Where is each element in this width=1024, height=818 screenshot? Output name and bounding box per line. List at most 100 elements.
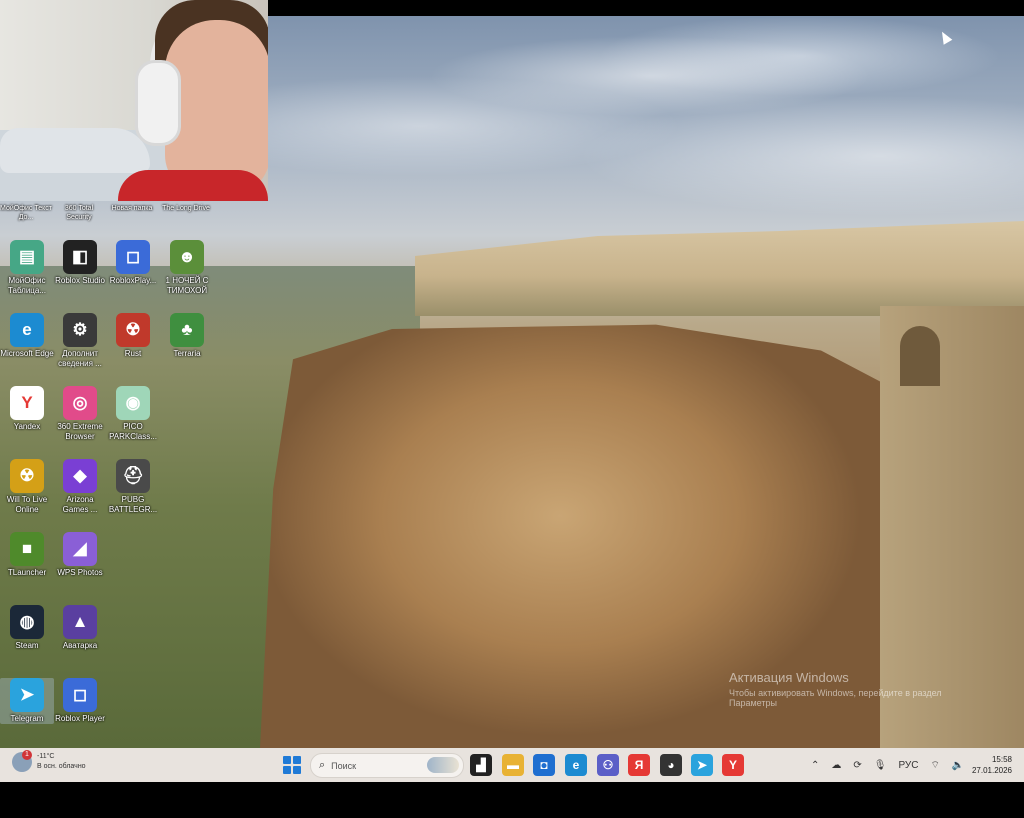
desktop-icon[interactable]: ♣ Terraria: [160, 313, 214, 359]
desktop-icon-label: МойОфис Таблица...: [7, 276, 47, 295]
desktop-icon-label: Steam: [15, 641, 39, 650]
desktop-icon[interactable]: ◻ RobloxPlay...: [106, 240, 160, 286]
taskbar-clock[interactable]: 15:58 27.01.2026: [972, 754, 1012, 776]
desktop-icon[interactable]: ☢ Will To Live Online: [0, 459, 54, 515]
sync-icon[interactable]: ⟳: [853, 760, 861, 771]
arizona-games-icon: ◆: [63, 459, 97, 493]
folder-icon[interactable]: ▬: [502, 754, 524, 776]
desktop-icon[interactable]: ◉ PICO PARKClass...: [106, 386, 160, 442]
edge-icon: e: [10, 313, 44, 347]
desktop-icon[interactable]: ▤ МойОфис Таблица...: [0, 240, 54, 296]
chevron-up-icon[interactable]: ⌃: [811, 760, 819, 771]
webcam-headphone: [135, 60, 181, 146]
desktop-icon-label[interactable]: МойОфис Текст До...: [0, 204, 52, 222]
desktop-icon[interactable]: ◎ 360 Extreme Browser: [53, 386, 107, 442]
desktop-icon[interactable]: ◧ Roblox Studio: [53, 240, 107, 286]
desktop-icon-label: Arizona Games ...: [62, 495, 98, 514]
desktop-icon-label[interactable]: The Long Drive: [160, 204, 212, 213]
roblox-player-icon: ◻: [116, 240, 150, 274]
wps-photos-icon: ◢: [63, 532, 97, 566]
360-browser-icon: ◎: [63, 386, 97, 420]
desktop-icon[interactable]: ⚙ Дополнит сведения ...: [53, 313, 107, 369]
roblox-player-icon: ◻: [63, 678, 97, 712]
yandex-icon: Y: [10, 386, 44, 420]
desktop-icon-label: Will To Live Online: [6, 495, 48, 514]
minecraft-skin-icon: ☻: [170, 240, 204, 274]
start-button[interactable]: [283, 756, 301, 774]
myoffice-sheet-icon: ▤: [10, 240, 44, 274]
weather-widget[interactable]: 1 -11°C В осн. облачно: [12, 750, 86, 772]
desktop-icon-label: Roblox Studio: [55, 276, 105, 285]
cloud-icon[interactable]: ☁: [831, 760, 841, 771]
windows-logo-icon: [293, 756, 301, 764]
wallpaper-bridge-arch: [900, 326, 940, 386]
desktop-icon[interactable]: e Microsoft Edge: [0, 313, 54, 359]
watermark-title: Активация Windows: [729, 670, 849, 685]
windows-logo-icon: [283, 756, 291, 764]
roblox-studio-icon: ◧: [63, 240, 97, 274]
windows-logo-icon: [293, 766, 301, 774]
network-icon[interactable]: ⌔: [931, 759, 940, 772]
terraria-icon: ♣: [170, 313, 204, 347]
input-language[interactable]: РУС: [898, 760, 918, 771]
microphone-icon[interactable]: 🎙: [874, 760, 887, 771]
desktop-icon[interactable]: ➤ Telegram: [0, 678, 54, 724]
desktop-icon-label: Дополнит сведения ...: [58, 349, 102, 368]
pico-park-icon: ◉: [116, 386, 150, 420]
desktop-icon-label: Yandex: [13, 422, 41, 431]
desktop-icon[interactable]: ☢ Rust: [106, 313, 160, 359]
desktop-icon-label: Telegram: [10, 714, 44, 723]
desktop-icon[interactable]: ⛑ PUBG BATTLEGR...: [106, 459, 160, 515]
teams-icon[interactable]: ⚇: [597, 754, 619, 776]
desktop-icon[interactable]: ◢ WPS Photos: [53, 532, 107, 578]
desktop-icon-label[interactable]: Новая папка: [106, 204, 158, 213]
desktop-icon-label[interactable]: 360 Total Security: [53, 204, 105, 222]
telegram-icon: ➤: [10, 678, 44, 712]
desktop-icon[interactable]: ☻ 1 НОЧЕЙ С ТИМОХОЙ: [160, 240, 214, 296]
desktop-icon[interactable]: Y Yandex: [0, 386, 54, 432]
desktop-icon[interactable]: ◻ Roblox Player: [53, 678, 107, 724]
file-explorer-dark-icon[interactable]: ▟: [470, 754, 492, 776]
search-highlight-image: [427, 757, 459, 773]
webcam-shirt: [118, 170, 268, 201]
edge-icon[interactable]: e: [565, 754, 587, 776]
store-icon[interactable]: ◘: [533, 754, 555, 776]
watermark-line2: Параметры: [729, 698, 777, 708]
discord-like-icon[interactable]: ◕: [660, 754, 682, 776]
system-tray: ⌃ ☁ ⟳ 🎙 РУС ⌔ 🔈: [805, 748, 970, 782]
desktop-icon-label: 1 НОЧЕЙ С ТИМОХОЙ: [165, 276, 209, 295]
avatar-image-icon: ▲: [63, 605, 97, 639]
desktop-icon-label: Roblox Player: [55, 714, 105, 723]
desktop-icon-label: WPS Photos: [57, 568, 103, 577]
search-icon: ⌕: [319, 759, 326, 771]
volume-icon[interactable]: 🔈: [952, 760, 964, 771]
taskbar: 1 -11°C В осн. облачно ⌕ Поиск ▟ ▬ ◘ e ⚇ Я ◕ ➤ Y…: [0, 748, 1024, 782]
clock-time: 15:58: [991, 755, 1012, 764]
yandex-icon[interactable]: Y: [722, 754, 744, 776]
weather-temp: -11°C: [37, 753, 55, 760]
telegram-icon[interactable]: ➤: [691, 754, 713, 776]
weather-desc: В осн. облачно: [37, 763, 86, 770]
desktop-icon[interactable]: ■ TLauncher: [0, 532, 54, 578]
yandex-browser-icon[interactable]: Я: [628, 754, 650, 776]
desktop-icon[interactable]: ◍ Steam: [0, 605, 54, 651]
windows-activation-watermark: Активация Windows Чтобы активировать Win…: [729, 670, 942, 708]
notification-badge: 1: [22, 750, 32, 760]
desktop-icon-label: Аватарка: [62, 641, 98, 650]
webcam-overlay: [0, 0, 268, 201]
desktop-icon-label: 360 Extreme Browser: [57, 422, 103, 441]
desktop-icon-label: Terraria: [173, 349, 201, 358]
desktop-icon[interactable]: ▲ Аватарка: [53, 605, 107, 651]
windows-logo-icon: [283, 766, 291, 774]
will-to-live-icon: ☢: [10, 459, 44, 493]
desktop-icon-label: PUBG BATTLEGR...: [108, 495, 158, 514]
steam-icon: ◍: [10, 605, 44, 639]
desktop-icon[interactable]: ◆ Arizona Games ...: [53, 459, 107, 515]
weather-cloud-icon: 1: [12, 750, 32, 772]
tlauncher-icon: ■: [10, 532, 44, 566]
clock-date: 27.01.2026: [971, 766, 1012, 775]
desktop-icon-label: Microsoft Edge: [0, 349, 54, 358]
watermark-line1: Чтобы активировать Windows, перейдите в …: [729, 688, 942, 698]
desktop-icon-label: PICO PARKClass...: [109, 422, 157, 441]
taskbar-search[interactable]: ⌕ Поиск: [310, 753, 464, 778]
